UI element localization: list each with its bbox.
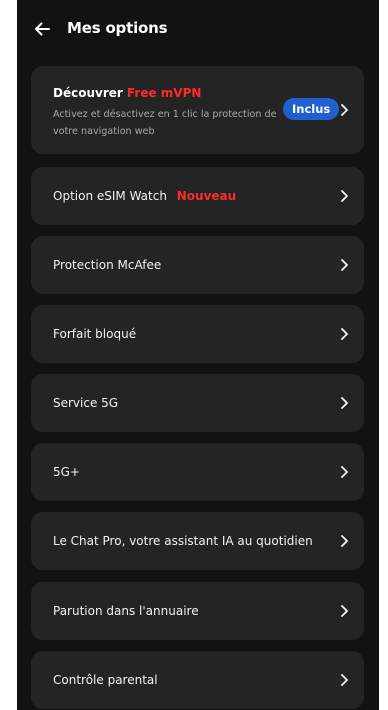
option-esim-watch[interactable]: Option eSIM Watch Nouveau bbox=[31, 167, 364, 225]
vpn-card-title: Découvrer Free mVPN bbox=[53, 86, 201, 100]
chevron-right-icon bbox=[339, 604, 349, 618]
option-controle-parental-label: Contrôle parental bbox=[53, 673, 158, 687]
option-service-5g[interactable]: Service 5G bbox=[31, 374, 364, 432]
option-service-5g-label: Service 5G bbox=[53, 396, 119, 410]
option-mcafee[interactable]: Protection McAfee bbox=[31, 236, 364, 294]
option-forfait-bloque[interactable]: Forfait bloqué bbox=[31, 305, 364, 363]
options-screen: Mes options Découvrer Free mVPN Activez … bbox=[17, 0, 379, 710]
option-le-chat-pro[interactable]: Le Chat Pro, votre assistant IA au quoti… bbox=[31, 512, 364, 570]
included-badge: Inclus bbox=[283, 98, 340, 120]
option-forfait-bloque-label: Forfait bloqué bbox=[53, 327, 137, 341]
chevron-right-icon bbox=[339, 327, 349, 341]
option-le-chat-pro-label: Le Chat Pro, votre assistant IA au quoti… bbox=[53, 534, 313, 548]
header: Mes options bbox=[17, 0, 379, 60]
chevron-right-icon bbox=[339, 534, 349, 548]
vpn-title-prefix: Découvrer bbox=[53, 86, 123, 100]
option-esim-watch-label: Option eSIM Watch bbox=[53, 189, 167, 203]
option-annuaire-label: Parution dans l'annuaire bbox=[53, 604, 199, 618]
option-annuaire[interactable]: Parution dans l'annuaire bbox=[31, 582, 364, 640]
chevron-right-icon bbox=[339, 673, 349, 687]
chevron-right-icon bbox=[339, 189, 349, 203]
option-5g-plus[interactable]: 5G+ bbox=[31, 443, 364, 501]
back-button[interactable] bbox=[33, 20, 51, 38]
chevron-right-icon bbox=[339, 103, 349, 117]
option-label: Option eSIM Watch Nouveau bbox=[53, 189, 236, 203]
arrow-left-icon bbox=[33, 20, 51, 38]
chevron-right-icon bbox=[339, 465, 349, 479]
new-tag: Nouveau bbox=[176, 189, 237, 203]
chevron-right-icon bbox=[339, 396, 349, 410]
option-5g-plus-label: 5G+ bbox=[53, 465, 80, 479]
option-controle-parental[interactable]: Contrôle parental bbox=[31, 651, 364, 709]
option-mcafee-label: Protection McAfee bbox=[53, 258, 162, 272]
vpn-title-highlight: Free mVPN bbox=[126, 86, 202, 100]
vpn-card-description: Activez et désactivez en 1 clic la prote… bbox=[53, 109, 277, 137]
chevron-right-icon bbox=[339, 258, 349, 272]
free-mvpn-card[interactable]: Découvrer Free mVPN Activez et désactive… bbox=[31, 66, 364, 154]
page-title: Mes options bbox=[67, 19, 168, 37]
